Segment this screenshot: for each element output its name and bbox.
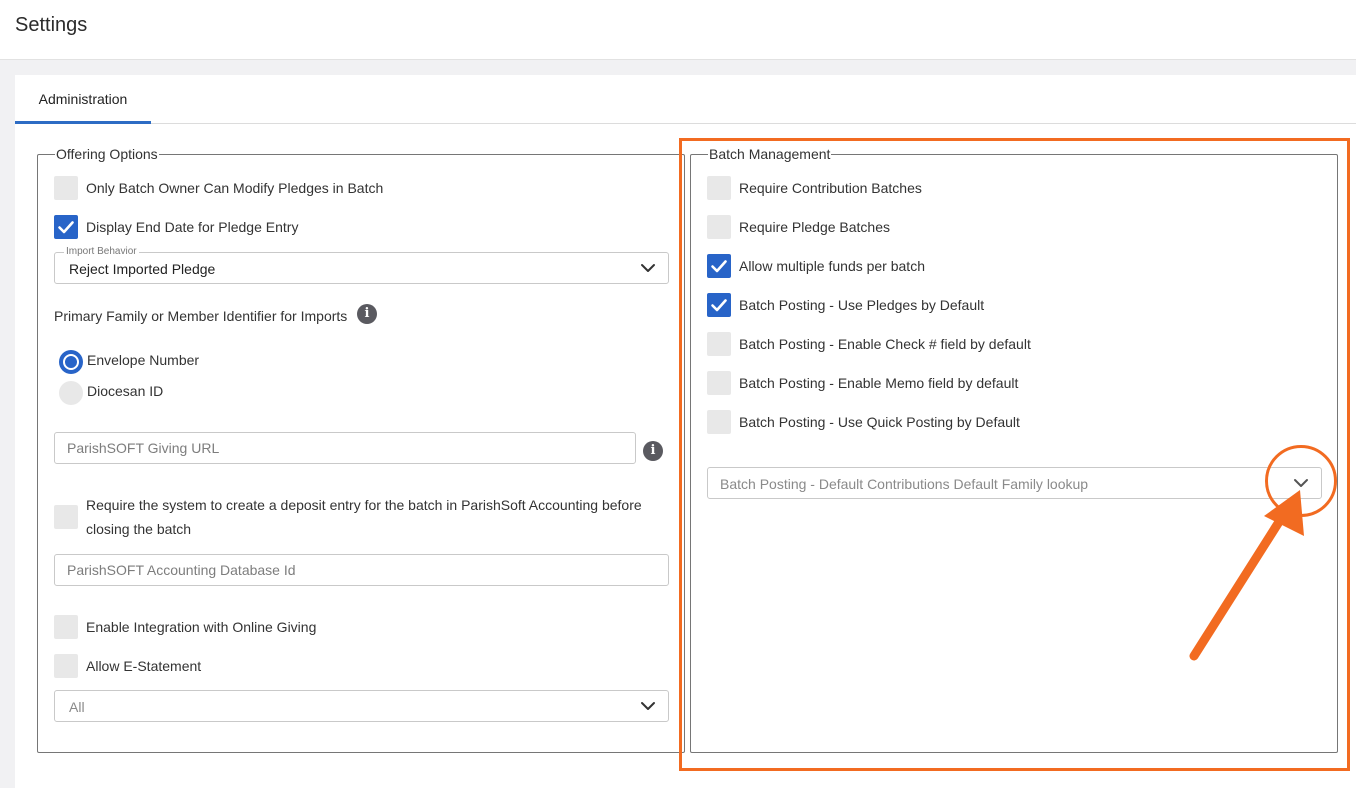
only-batch-owner-label: Only Batch Owner Can Modify Pledges in B… <box>86 180 384 196</box>
envelope-number-label: Envelope Number <box>87 352 200 368</box>
allow-multiple-funds-label: Allow multiple funds per batch <box>739 258 925 274</box>
check-icon <box>711 260 727 273</box>
check-icon <box>711 299 727 312</box>
require-deposit-checkbox[interactable] <box>54 505 78 529</box>
require-contribution-batches-checkbox[interactable] <box>707 176 731 200</box>
batch-management-legend: Batch Management <box>709 146 831 162</box>
tab-administration[interactable]: Administration <box>15 75 151 124</box>
import-behavior-floating-label: Import Behavior <box>64 246 139 257</box>
use-pledges-by-default-label: Batch Posting - Use Pledges by Default <box>739 297 985 313</box>
default-family-lookup-select[interactable]: Batch Posting - Default Contributions De… <box>707 467 1322 499</box>
check-icon <box>58 221 74 234</box>
enable-check-field-checkbox[interactable] <box>707 332 731 356</box>
require-pledge-batches-label: Require Pledge Batches <box>739 219 890 235</box>
use-quick-posting-label: Batch Posting - Use Quick Posting by Def… <box>739 414 1020 430</box>
require-contribution-batches-label: Require Contribution Batches <box>739 180 922 196</box>
require-pledge-batches-checkbox[interactable] <box>707 215 731 239</box>
enable-memo-field-label: Batch Posting - Enable Memo field by def… <box>739 375 1019 391</box>
page-title: Settings <box>15 14 88 36</box>
allow-multiple-funds-checkbox[interactable] <box>707 254 731 278</box>
chevron-down-icon <box>1294 479 1308 487</box>
accounting-database-input[interactable] <box>54 554 669 586</box>
e-statement-select[interactable]: All <box>54 690 669 722</box>
display-end-date-label: Display End Date for Pledge Entry <box>86 219 299 235</box>
only-batch-owner-checkbox[interactable] <box>54 176 78 200</box>
require-deposit-label-line1: Require the system to create a deposit e… <box>86 497 642 513</box>
enable-memo-field-checkbox[interactable] <box>707 371 731 395</box>
batch-management-panel: Batch Management <box>690 146 1338 753</box>
require-deposit-label-line2: closing the batch <box>86 521 192 537</box>
e-statement-label: Allow E-Statement <box>86 658 202 674</box>
envelope-number-radio[interactable] <box>59 350 83 374</box>
online-giving-checkbox[interactable] <box>54 615 78 639</box>
tab-bar: Administration <box>15 75 1356 124</box>
online-giving-label: Enable Integration with Online Giving <box>86 619 317 635</box>
e-statement-select-value: All <box>69 699 85 715</box>
enable-check-field-label: Batch Posting - Enable Check # field by … <box>739 336 1031 352</box>
diocesan-id-radio[interactable] <box>59 381 83 405</box>
diocesan-id-label: Diocesan ID <box>87 383 164 399</box>
info-icon[interactable]: i <box>357 304 377 324</box>
default-family-lookup-placeholder: Batch Posting - Default Contributions De… <box>720 476 1089 492</box>
offering-options-legend: Offering Options <box>56 146 158 162</box>
use-quick-posting-checkbox[interactable] <box>707 410 731 434</box>
identifier-label: Primary Family or Member Identifier for … <box>54 308 348 324</box>
display-end-date-checkbox[interactable] <box>54 215 78 239</box>
giving-url-info-icon[interactable]: i <box>643 441 663 461</box>
import-behavior-value: Reject Imported Pledge <box>69 261 216 277</box>
top-bar: Settings <box>0 0 1356 60</box>
import-behavior-select[interactable]: Reject Imported Pledge <box>54 252 669 284</box>
e-statement-checkbox[interactable] <box>54 654 78 678</box>
use-pledges-by-default-checkbox[interactable] <box>707 293 731 317</box>
chevron-down-icon <box>641 702 655 710</box>
chevron-down-icon <box>641 264 655 272</box>
giving-url-input[interactable] <box>54 432 636 464</box>
